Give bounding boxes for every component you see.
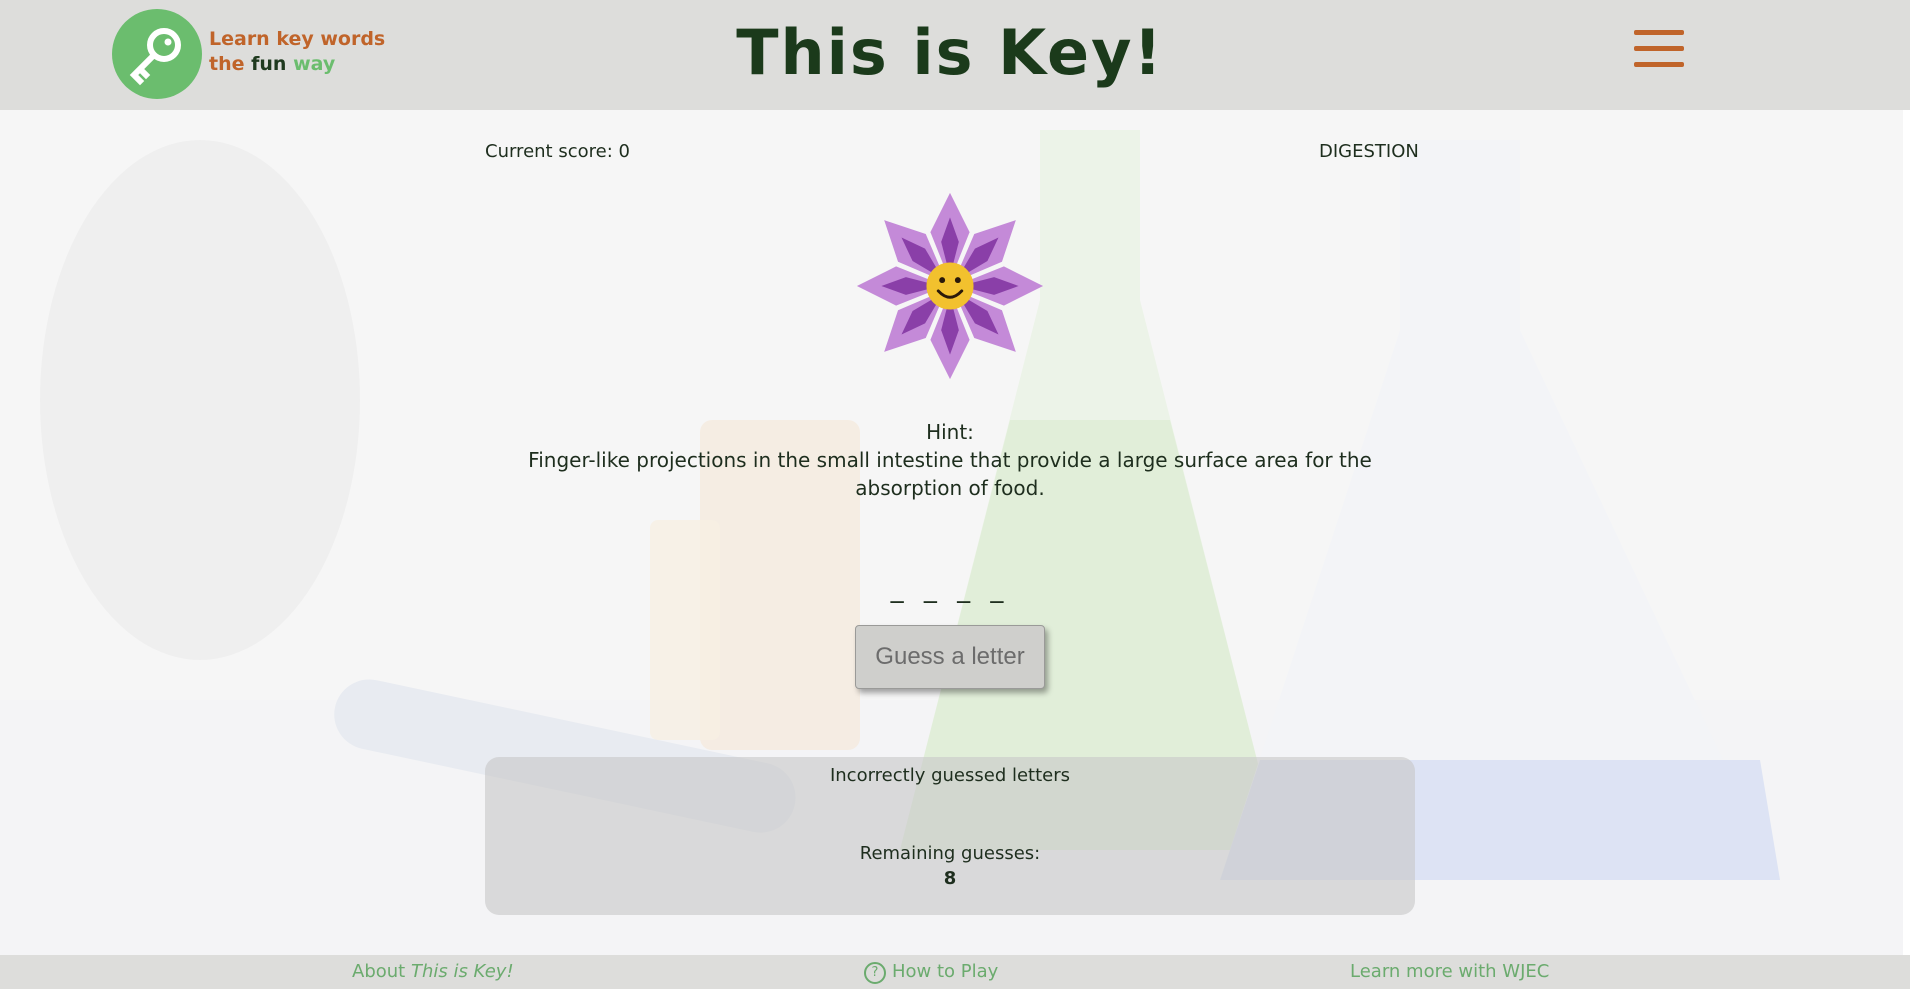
hint-block: Hint: Finger-like projections in the sma… — [480, 418, 1420, 502]
key-icon — [129, 28, 181, 86]
tagline-the: the — [209, 53, 245, 75]
menu-bar — [1634, 62, 1684, 67]
hamburger-menu-icon[interactable] — [1634, 30, 1684, 74]
remaining-guesses-value: 8 — [943, 868, 957, 889]
tagline-line2: the fun way — [209, 52, 385, 77]
logo[interactable] — [112, 9, 202, 99]
wjec-link[interactable]: Learn more with WJEC — [1350, 961, 1549, 982]
how-to-play-label: How to Play — [892, 961, 999, 982]
about-prefix: About — [352, 961, 411, 982]
how-to-play-link[interactable]: ? How to Play — [864, 961, 998, 984]
page-edge — [1903, 110, 1910, 989]
guess-letter-button[interactable]: Guess a letter — [855, 625, 1045, 689]
remaining-guesses-label: Remaining guesses: — [859, 843, 1041, 864]
about-title: This is Key! — [410, 961, 514, 982]
question-circle-icon: ? — [864, 962, 886, 984]
smiling-flower-icon — [852, 188, 1048, 384]
tagline-fun: fun — [251, 53, 287, 75]
incorrect-letters-label: Incorrectly guessed letters — [829, 765, 1071, 786]
tagline: Learn key words the fun way — [209, 27, 385, 77]
about-link[interactable]: About This is Key! — [352, 961, 514, 982]
tagline-way: way — [293, 53, 336, 75]
hint-label: Hint: — [926, 420, 974, 444]
menu-bar — [1634, 46, 1684, 51]
current-score: Current score: 0 — [485, 141, 630, 162]
hint-text: Finger-like projections in the small int… — [528, 448, 1372, 500]
site-footer: About This is Key! ? How to Play Learn mo… — [0, 955, 1910, 989]
page-title: This is Key! — [736, 16, 1164, 89]
topic-label: DIGESTION — [1319, 141, 1419, 162]
menu-bar — [1634, 30, 1684, 35]
tagline-line1: Learn key words — [209, 28, 386, 50]
site-header: Learn key words the fun way This is Key! — [0, 0, 1910, 110]
